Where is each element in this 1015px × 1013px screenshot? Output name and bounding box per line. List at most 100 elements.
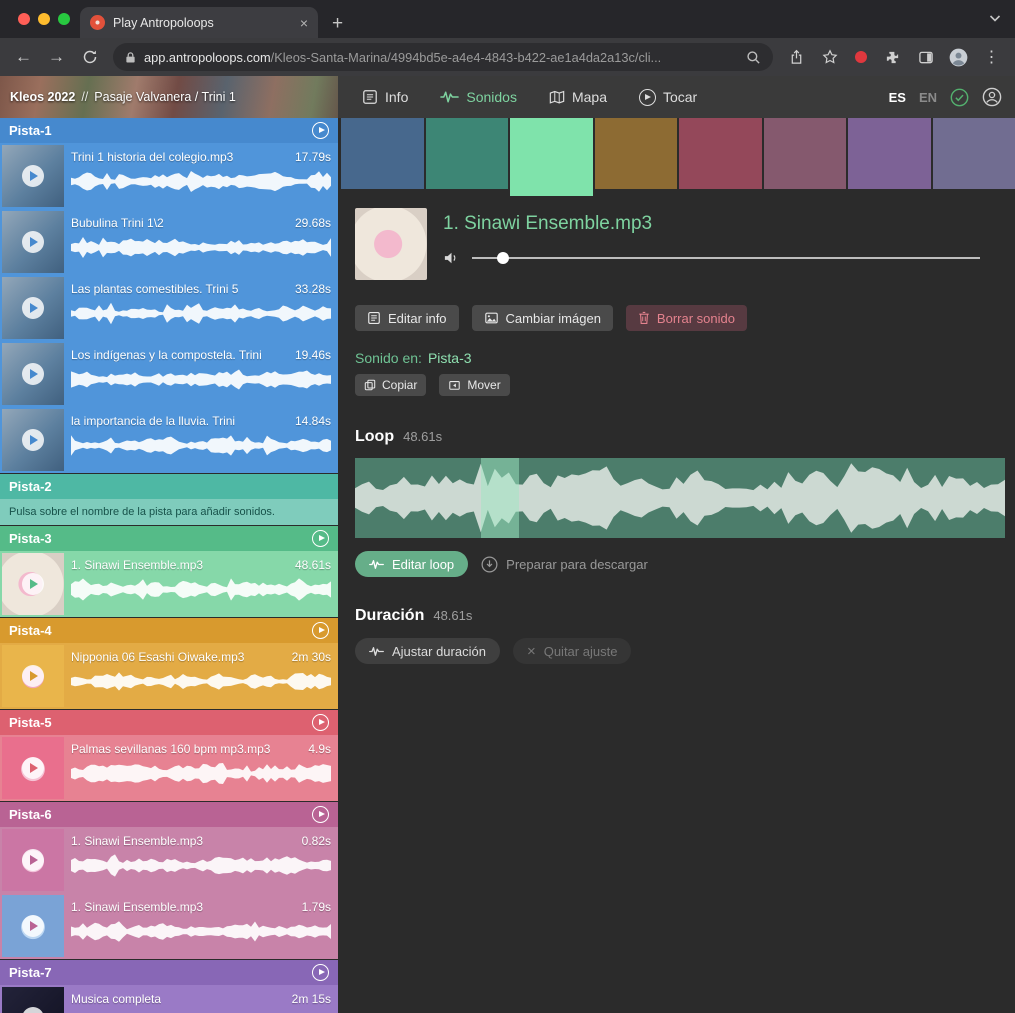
breadcrumb-path[interactable]: Pasaje Valvanera / Trini 1 [94, 90, 236, 104]
play-track-icon[interactable] [312, 122, 329, 139]
swatch-track-4[interactable] [595, 118, 678, 189]
sound-item[interactable]: Musica completa 2m 15s [0, 985, 338, 1013]
bookmark-star-icon[interactable] [816, 44, 843, 71]
reload-button[interactable] [76, 44, 103, 71]
play-sound-icon[interactable] [22, 363, 44, 385]
copy-button[interactable]: Copiar [355, 374, 426, 396]
volume-slider-thumb[interactable] [497, 252, 509, 264]
edit-loop-button[interactable]: Editar loop [355, 551, 468, 577]
swatch-track-3[interactable] [510, 118, 593, 196]
address-bar[interactable]: app.antropoloops.com/Kleos-Santa-Marina/… [113, 43, 773, 71]
minimize-window-button[interactable] [38, 13, 50, 25]
sound-thumbnail [2, 553, 64, 615]
play-track-icon[interactable] [312, 530, 329, 547]
sound-item[interactable]: Nipponia 06 Esashi Oiwake.mp3 2m 30s [0, 643, 338, 709]
breadcrumb-project[interactable]: Kleos 2022 [10, 90, 75, 104]
swatch-track-7[interactable] [848, 118, 931, 189]
sound-item[interactable]: 1. Sinawi Ensemble.mp3 1.79s [0, 893, 338, 959]
track-header[interactable]: Pista-2 [0, 474, 338, 499]
play-sound-icon[interactable] [22, 665, 44, 687]
tab-close-icon[interactable]: × [300, 16, 308, 30]
change-image-button[interactable]: Cambiar imágen [472, 305, 613, 331]
swatch-track-2[interactable] [426, 118, 509, 189]
browser-tab[interactable]: Play Antropoloops × [80, 7, 318, 38]
sound-item[interactable]: la importancia de la lluvia. Trini 14.84… [0, 407, 338, 473]
fullscreen-window-button[interactable] [58, 13, 70, 25]
sound-duration: 33.28s [295, 282, 331, 296]
breadcrumb[interactable]: Kleos 2022 // Pasaje Valvanera / Trini 1 [0, 76, 338, 118]
loop-selection[interactable] [481, 458, 519, 538]
play-sound-icon[interactable] [22, 915, 44, 937]
sound-item[interactable]: Trini 1 historia del colegio.mp3 17.79s [0, 143, 338, 209]
extensions-puzzle-icon[interactable] [879, 44, 906, 71]
volume-slider[interactable] [472, 252, 980, 264]
loop-waveform[interactable] [355, 458, 1005, 538]
tab-search-chevron-icon[interactable] [989, 14, 1001, 22]
new-tab-button[interactable]: + [332, 13, 343, 35]
play-sound-icon[interactable] [22, 429, 44, 451]
sound-item-selected[interactable]: 1. Sinawi Ensemble.mp3 48.61s [0, 551, 338, 617]
sound-thumbnail [2, 829, 64, 891]
swatch-track-1[interactable] [341, 118, 424, 189]
sound-item[interactable]: 1. Sinawi Ensemble.mp3 0.82s [0, 827, 338, 893]
sound-thumbnail [2, 895, 64, 957]
track-pista-2: Pista-2 Pulsa sobre el nombre de la pist… [0, 474, 338, 525]
sound-item[interactable]: Las plantas comestibles. Trini 5 33.28s [0, 275, 338, 341]
track-header[interactable]: Pista-7 [0, 960, 338, 985]
lang-es-button[interactable]: ES [889, 90, 906, 105]
play-sound-icon[interactable] [22, 165, 44, 187]
track-header[interactable]: Pista-1 [0, 118, 338, 143]
play-sound-icon[interactable] [22, 1007, 44, 1013]
edit-info-button[interactable]: Editar info [355, 305, 459, 331]
sound-item[interactable]: Los indígenas y la compostela. Trini 19.… [0, 341, 338, 407]
profile-avatar[interactable] [945, 44, 972, 71]
move-button[interactable]: Mover [439, 374, 509, 396]
header-right: ES EN [889, 76, 1015, 118]
track-header[interactable]: Pista-5 [0, 710, 338, 735]
zoom-magnifier-icon[interactable] [746, 50, 761, 65]
account-icon[interactable] [982, 87, 1002, 107]
track-header[interactable]: Pista-4 [0, 618, 338, 643]
play-sound-icon[interactable] [22, 849, 44, 871]
play-sound-icon[interactable] [22, 757, 44, 779]
forward-button[interactable]: → [43, 44, 70, 71]
sound-item[interactable]: Palmas sevillanas 160 bpm mp3.mp3 4.9s [0, 735, 338, 801]
tab-mapa[interactable]: Mapa [549, 89, 607, 105]
remove-adjust-button[interactable]: × Quitar ajuste [513, 638, 631, 664]
tab-info[interactable]: Info [362, 89, 408, 105]
track-header[interactable]: Pista-6 [0, 802, 338, 827]
play-track-icon[interactable] [312, 806, 329, 823]
adjust-duration-button[interactable]: Ajustar duración [355, 638, 500, 664]
track-empty-hint[interactable]: Pulsa sobre el nombre de la pista para a… [0, 499, 338, 525]
remove-adjust-label: Quitar ajuste [544, 644, 618, 659]
recording-extension-icon[interactable] [855, 51, 867, 63]
share-icon[interactable] [783, 44, 810, 71]
track-name: Pista-3 [9, 531, 52, 546]
swatch-track-6[interactable] [764, 118, 847, 189]
delete-sound-button[interactable]: Borrar sonido [626, 305, 747, 331]
sound-image[interactable] [355, 208, 427, 280]
edit-loop-label: Editar loop [392, 557, 454, 572]
sound-track-link[interactable]: Pista-3 [428, 350, 472, 366]
play-track-icon[interactable] [312, 714, 329, 731]
tab-sonidos[interactable]: Sonidos [440, 89, 517, 105]
loop-heading: Loop [355, 428, 394, 446]
swatch-track-5[interactable] [679, 118, 762, 189]
close-window-button[interactable] [18, 13, 30, 25]
play-sound-icon[interactable] [22, 573, 44, 595]
sound-waveform [71, 669, 331, 694]
prepare-download-button[interactable]: Preparar para descargar [481, 556, 648, 573]
track-header[interactable]: Pista-3 [0, 526, 338, 551]
play-sound-icon[interactable] [22, 297, 44, 319]
play-track-icon[interactable] [312, 622, 329, 639]
lang-en-button[interactable]: EN [919, 90, 937, 105]
tab-tocar[interactable]: Tocar [639, 89, 697, 106]
play-sound-icon[interactable] [22, 231, 44, 253]
browser-menu-icon[interactable]: ⋮ [978, 44, 1005, 71]
side-panel-icon[interactable] [912, 44, 939, 71]
play-track-icon[interactable] [312, 964, 329, 981]
sound-item[interactable]: Bubulina Trini 1\2 29.68s [0, 209, 338, 275]
swatch-track-8[interactable] [933, 118, 1015, 189]
back-button[interactable]: ← [10, 44, 37, 71]
sound-duration: 1.79s [302, 900, 331, 914]
